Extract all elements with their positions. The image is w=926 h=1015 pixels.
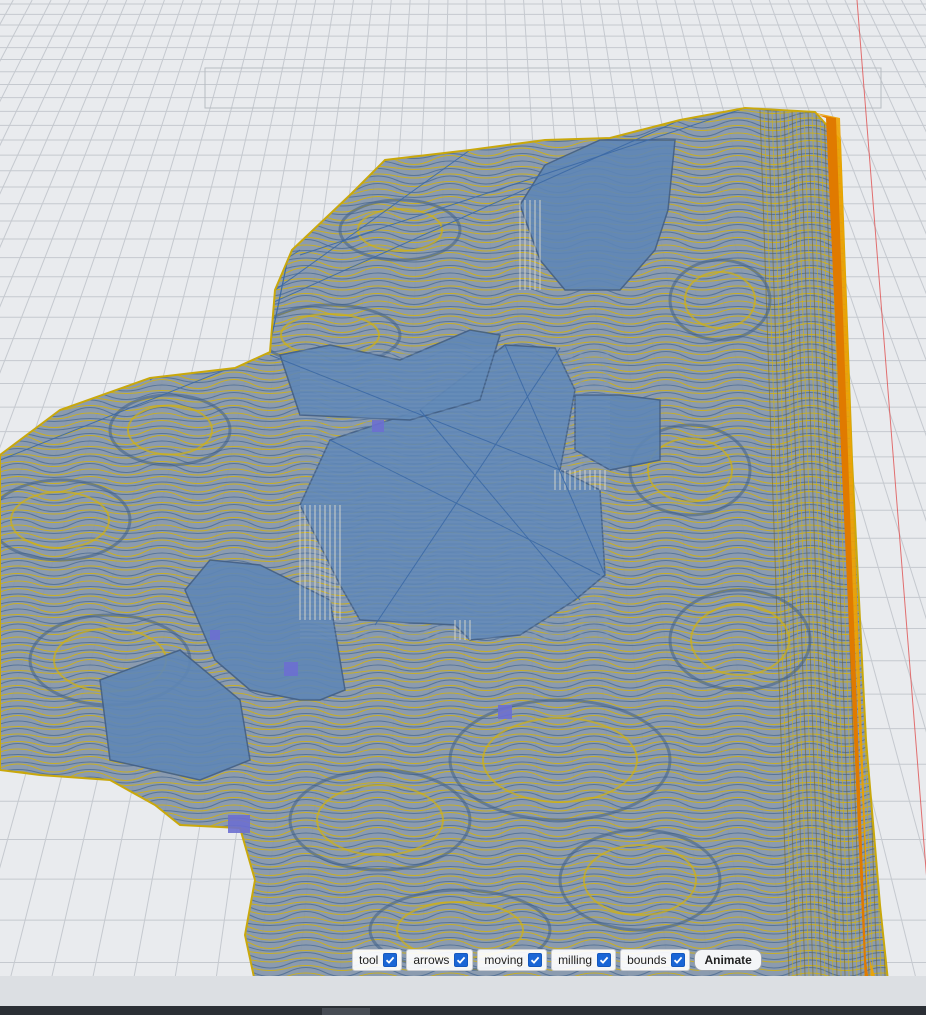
taskbar: [0, 1006, 926, 1015]
3d-viewport[interactable]: [0, 0, 926, 1015]
toggle-tool[interactable]: tool: [352, 949, 403, 971]
tool-marker: [210, 630, 220, 640]
toolpath-contour: [0, 98, 926, 103]
toolpath-contour: [0, 108, 890, 109]
toggle-tool-label: tool: [359, 953, 379, 967]
toggle-moving-label: moving: [484, 953, 524, 967]
tool-marker: [498, 705, 512, 719]
toggle-bounds[interactable]: bounds: [620, 949, 691, 971]
checkmark-icon[interactable]: [528, 953, 543, 967]
checkmark-icon[interactable]: [597, 953, 612, 967]
milled-part: [0, 98, 926, 1004]
toggle-arrows-label: arrows: [413, 953, 450, 967]
animate-button[interactable]: Animate: [694, 949, 762, 971]
grid-line: [882, 0, 926, 89]
checkmark-icon[interactable]: [671, 953, 686, 967]
toggle-milling[interactable]: milling: [551, 949, 617, 971]
toggle-moving[interactable]: moving: [477, 949, 548, 971]
display-controls: tool arrows moving milling bounds Animat…: [352, 948, 762, 972]
checkmark-icon[interactable]: [383, 953, 398, 967]
tool-marker: [372, 420, 384, 432]
toggle-arrows[interactable]: arrows: [406, 949, 474, 971]
toolpath-scene[interactable]: [0, 0, 926, 1015]
toggle-milling-label: milling: [558, 953, 593, 967]
checkmark-icon[interactable]: [454, 953, 469, 967]
tool-marker: [228, 815, 250, 833]
toggle-bounds-label: bounds: [627, 953, 667, 967]
bottom-bar: [0, 976, 926, 1015]
taskbar-tab[interactable]: [322, 1008, 370, 1015]
footer-band: [0, 976, 926, 1006]
tool-marker: [284, 662, 298, 676]
